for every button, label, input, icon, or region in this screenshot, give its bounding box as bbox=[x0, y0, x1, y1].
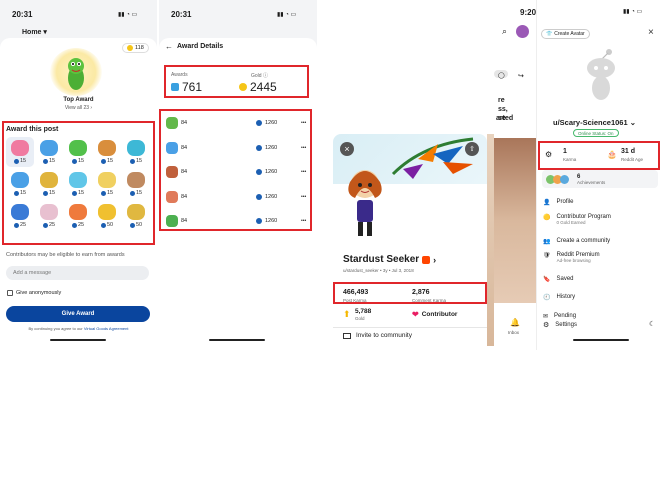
agreement-text: By continuing you agree to our Virtual G… bbox=[28, 326, 129, 331]
drawer-menu-item[interactable]: 🟡 Contributor Program 0 Gold Earned bbox=[543, 214, 611, 225]
profile-meta: u/stardust_seeker • 3y • Jul 3, 2018 bbox=[343, 268, 414, 273]
menu-label: History bbox=[556, 294, 576, 300]
close-icon[interactable]: × bbox=[340, 142, 354, 156]
snoo-avatar bbox=[583, 48, 619, 104]
inbox-label: Inbox bbox=[508, 330, 520, 335]
profile-card-panel: × ⇧ Stardust Seeker › u/stardust_seeker … bbox=[333, 134, 487, 346]
give-award-label: Give Award bbox=[61, 311, 95, 317]
username[interactable]: u/Scary-Science1061 ⌄ bbox=[553, 118, 636, 127]
gold-up-icon: ⬆ bbox=[343, 309, 351, 319]
highlight-karma bbox=[333, 282, 487, 304]
home-indicator bbox=[209, 339, 265, 341]
online-status-badge[interactable]: Online Status: On bbox=[573, 129, 619, 137]
menu-icon: 🕘 bbox=[543, 295, 551, 301]
feed-image bbox=[494, 138, 536, 303]
menu-label: Saved bbox=[556, 276, 574, 282]
anonymous-checkbox[interactable] bbox=[7, 290, 13, 296]
profile-name: Stardust Seeker › bbox=[343, 254, 437, 265]
drawer-menu-item[interactable]: 🛡 Reddit Premium Ad-free browsing bbox=[543, 252, 600, 263]
top-award-title: Top Award bbox=[63, 97, 94, 103]
contributor-badge[interactable]: ❤ Contributor bbox=[412, 310, 457, 319]
contributors-note: Contributors may be eligible to earn fro… bbox=[6, 252, 125, 258]
achievements-row[interactable]: 6 Achievements bbox=[542, 170, 658, 188]
invite-row[interactable]: Invite to community bbox=[343, 332, 412, 339]
status-time: 20:31 bbox=[12, 10, 33, 19]
bg-text-1: re bbox=[498, 97, 505, 104]
drawer-menu-item[interactable]: 👥 Create a community bbox=[543, 238, 610, 245]
highlight-award-grid bbox=[2, 121, 155, 245]
drawer-menu-item[interactable]: 🔖 Saved bbox=[543, 276, 574, 283]
mail-icon bbox=[343, 332, 351, 339]
give-award-button[interactable]: Give Award bbox=[6, 306, 150, 322]
menu-label: Profile bbox=[556, 199, 574, 205]
comment-icon[interactable]: ◯ bbox=[498, 72, 505, 79]
menu-sublabel: Ad-free browsing bbox=[556, 258, 591, 263]
message-input[interactable]: Add a message bbox=[6, 266, 149, 280]
agreement-link[interactable]: Virtual Goods Agreement bbox=[84, 326, 129, 331]
view-all-link[interactable]: View all 23 › bbox=[0, 105, 157, 111]
menu-label: Pending bbox=[554, 313, 577, 319]
dark-mode-icon[interactable]: ☾ bbox=[649, 320, 655, 328]
snoo-badge-icon bbox=[422, 255, 431, 264]
shirt-icon: 👕 bbox=[546, 31, 553, 37]
highlight-award-list bbox=[159, 109, 312, 231]
drawer-menu-item[interactable]: 🕘 History bbox=[543, 294, 575, 301]
status-icons: ▮▮ ◔ ▭ bbox=[118, 12, 138, 18]
details-title: Award Details bbox=[177, 43, 224, 50]
close-icon[interactable]: × bbox=[648, 27, 654, 38]
user-avatar-icon[interactable] bbox=[516, 25, 529, 38]
highlight-award-stats bbox=[164, 65, 309, 98]
gold-label: Gold bbox=[355, 316, 365, 321]
menu-icon: 🔖 bbox=[543, 277, 551, 283]
home-indicator bbox=[50, 339, 106, 341]
drawer-menu-item[interactable]: 👤 Profile bbox=[543, 199, 574, 206]
achievement-badge-icon bbox=[560, 174, 569, 184]
back-arrow-icon[interactable]: ← bbox=[165, 42, 173, 51]
status-icons: ▮▮ ◔ ▭ bbox=[623, 9, 643, 15]
search-icon[interactable]: ⌕ bbox=[502, 26, 507, 37]
feed-edge-panel: 9:20 ⌕ ◯ ↪ re ss, se arted 🔔 Inbox bbox=[494, 0, 536, 350]
menu-icon: 👥 bbox=[543, 239, 551, 245]
menu-icon: 🛡 bbox=[543, 253, 551, 259]
bg-text-4: arted bbox=[496, 115, 514, 122]
menu-sublabel: 0 Gold Earned bbox=[556, 220, 586, 225]
menu-icon: 👤 bbox=[543, 200, 551, 206]
profile-avatar bbox=[345, 164, 385, 239]
menu-label: Create a community bbox=[556, 238, 611, 244]
gold-balance: 118 bbox=[135, 45, 144, 51]
menu-icon: 🟡 bbox=[543, 215, 551, 221]
chevron-right-icon[interactable]: › bbox=[433, 255, 436, 265]
menu-icon: ✉ bbox=[543, 314, 549, 320]
anonymous-label: Give anonymously bbox=[16, 290, 62, 296]
message-placeholder: Add a message bbox=[13, 270, 52, 276]
status-icons: ▮▮ ◔ ▭ bbox=[277, 12, 297, 18]
create-avatar-button[interactable]: 👕 Create Avatar bbox=[541, 29, 590, 39]
gold-count: 5,788 bbox=[355, 308, 372, 315]
heart-icon: ❤ bbox=[412, 310, 419, 319]
gold-coin-icon bbox=[127, 45, 133, 51]
drawer-menu-item[interactable]: ✉ Pending bbox=[543, 313, 576, 320]
gear-icon: ⚙ bbox=[543, 322, 550, 329]
inbox-icon[interactable]: 🔔 bbox=[510, 318, 520, 327]
gold-balance-badge[interactable]: 118 bbox=[122, 43, 149, 53]
highlight-karma-age bbox=[538, 141, 660, 170]
divider bbox=[333, 327, 487, 328]
status-time: 9:20 bbox=[520, 8, 536, 17]
top-award-image bbox=[50, 48, 102, 96]
account-drawer: ▮▮ ◔ ▭ 👕 Create Avatar × u/Scary-Science… bbox=[536, 0, 662, 350]
settings-item[interactable]: ⚙ Settings bbox=[543, 321, 577, 329]
home-dropdown[interactable]: Home ▾ bbox=[22, 28, 47, 36]
achievements-label: Achievements bbox=[577, 179, 606, 185]
bg-text-2: ss, bbox=[498, 106, 508, 113]
share-icon[interactable]: ⇧ bbox=[465, 142, 479, 156]
home-indicator bbox=[573, 339, 629, 341]
share-arrow-icon[interactable]: ↪ bbox=[518, 72, 524, 80]
status-time: 20:31 bbox=[171, 10, 192, 19]
